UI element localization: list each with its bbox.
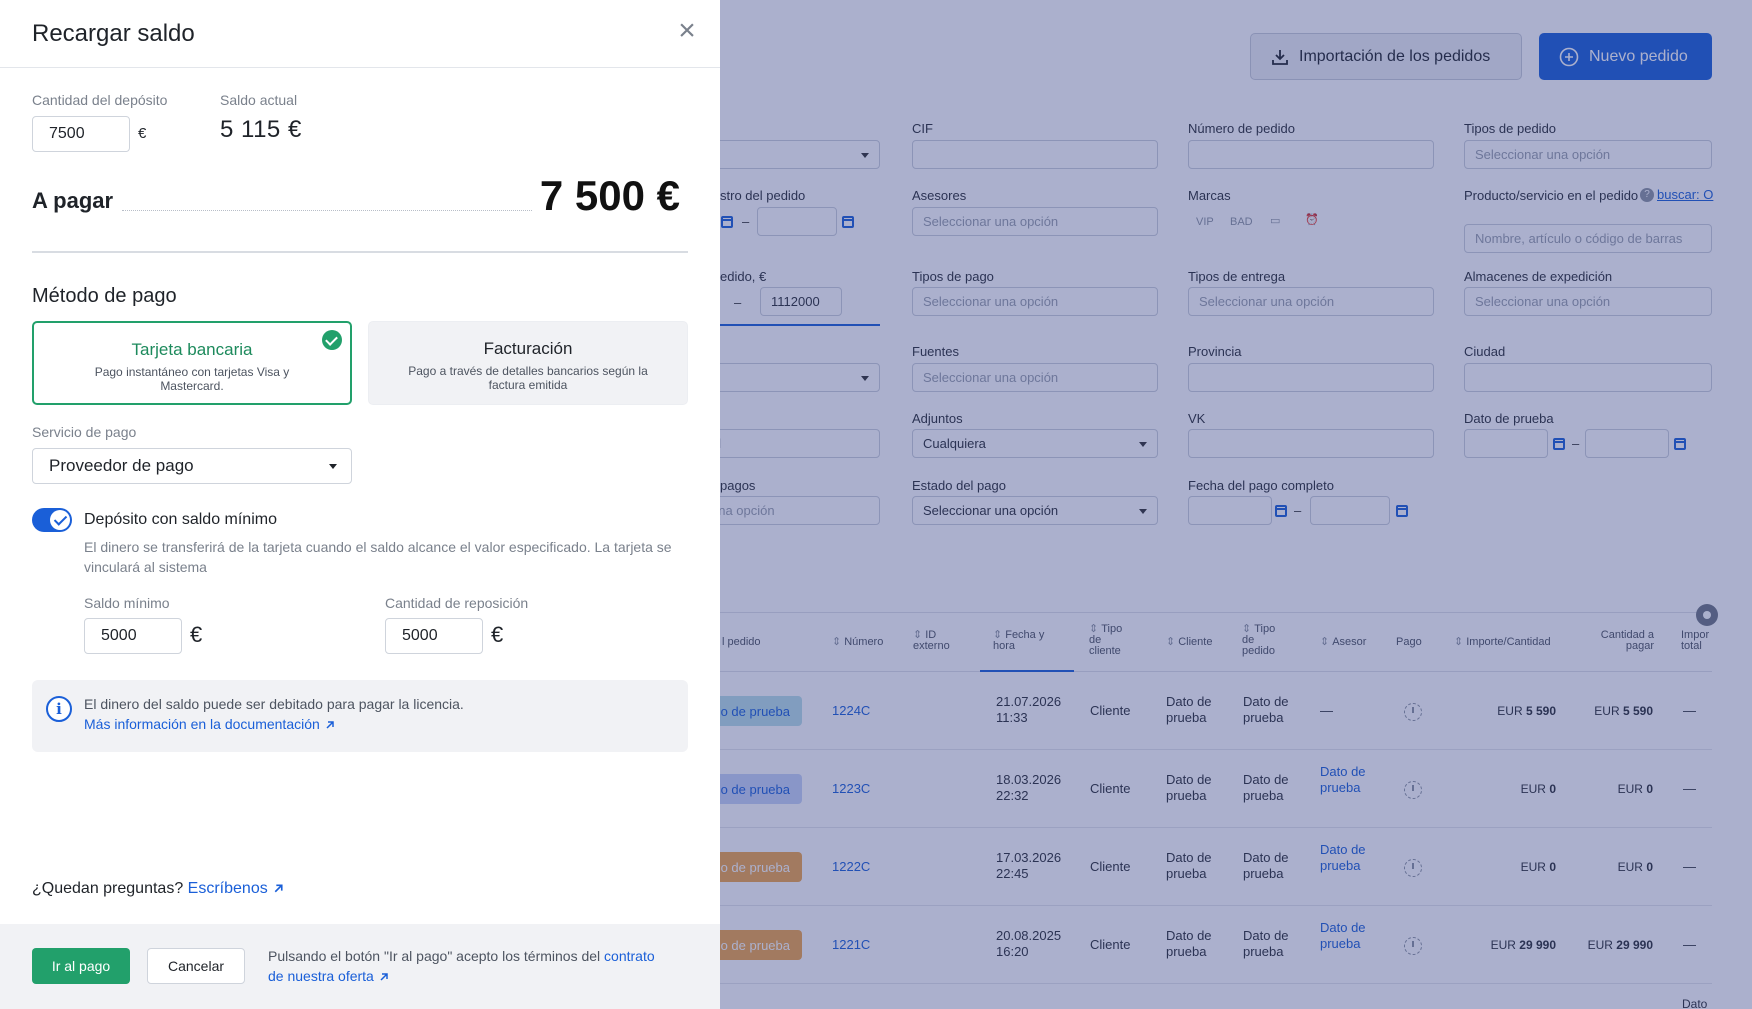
min-balance-input[interactable]: 5000 <box>84 618 182 654</box>
refill-amount-value: 5000 <box>402 627 438 644</box>
external-link-icon <box>274 884 283 893</box>
info-callout: i El dinero del saldo puede ser debitado… <box>32 680 688 752</box>
deposit-amount-value: 7500 <box>49 125 85 142</box>
write-us-label: Escríbenos <box>187 880 268 897</box>
caret-down-icon <box>329 464 337 469</box>
check-circle-icon <box>322 330 342 350</box>
documentation-link[interactable]: Más información en la documentación <box>84 716 336 732</box>
min-balance-label: Saldo mínimo <box>84 595 170 611</box>
payment-option-name: Tarjeta bancaria <box>131 340 253 359</box>
refill-amount-currency: € <box>491 622 504 647</box>
invoice-option-name: Facturación <box>483 339 573 358</box>
min-balance-value: 5000 <box>101 627 137 644</box>
recharge-balance-modal: Recargar saldo × Cantidad del depósito 7… <box>0 0 720 1009</box>
payment-method-title: Método de pago <box>32 285 177 307</box>
min-balance-currency: € <box>190 622 203 647</box>
terms-text: Pulsando el botón "Ir al pago" acepto lo… <box>268 946 668 986</box>
close-icon[interactable]: × <box>676 16 698 46</box>
invoice-option-desc: Pago a través de detalles bancarios segú… <box>408 364 648 392</box>
questions-text: ¿Quedan preguntas? <box>32 880 184 897</box>
modal-footer: Ir al pago Cancelar Pulsando el botón "I… <box>0 924 720 1009</box>
payment-option-card[interactable]: Tarjeta bancaria Pago instantáneo con ta… <box>32 321 352 405</box>
refill-amount-label: Cantidad de reposición <box>385 595 529 611</box>
current-balance-value: 5 115 € <box>220 116 302 143</box>
deposit-amount-input[interactable]: 7500 <box>32 116 130 152</box>
to-pay-label: A pagar <box>32 188 114 213</box>
write-us-link[interactable]: Escríbenos <box>188 880 285 897</box>
deposit-amount-label: Cantidad del depósito <box>32 92 168 108</box>
terms-text-body: Pulsando el botón "Ir al pago" acepto lo… <box>268 948 601 964</box>
payment-service-label: Servicio de pago <box>32 424 137 440</box>
questions-line: ¿Quedan preguntas? Escríbenos <box>32 880 285 898</box>
to-pay-amount: 7 500 € <box>539 172 680 219</box>
external-link-icon <box>380 973 388 981</box>
documentation-link-label: Más información en la documentación <box>84 716 320 732</box>
modal-title: Recargar saldo <box>32 20 195 47</box>
payment-service-value: Proveedor de pago <box>49 456 194 475</box>
info-icon: i <box>46 696 72 722</box>
payment-option-desc: Pago instantáneo con tarjetas Visa y Mas… <box>94 365 290 393</box>
payment-service-select[interactable]: Proveedor de pago <box>32 448 352 484</box>
deposit-currency: € <box>138 125 147 142</box>
refill-amount-input[interactable]: 5000 <box>385 618 483 654</box>
header-divider <box>0 67 720 68</box>
min-deposit-desc: El dinero se transferirá de la tarjeta c… <box>84 539 672 575</box>
min-deposit-label: Depósito con saldo mínimo <box>84 511 277 528</box>
section-divider <box>32 251 688 253</box>
external-link-icon <box>326 721 334 729</box>
min-deposit-toggle[interactable] <box>32 508 72 532</box>
go-to-payment-button[interactable]: Ir al pago <box>32 948 130 984</box>
invoice-option-card[interactable]: Facturación Pago a través de detalles ba… <box>368 321 688 405</box>
cancel-button[interactable]: Cancelar <box>147 948 245 984</box>
check-icon <box>50 510 70 530</box>
current-balance-label: Saldo actual <box>220 92 298 108</box>
info-text: El dinero del saldo puede ser debitado p… <box>84 696 464 712</box>
